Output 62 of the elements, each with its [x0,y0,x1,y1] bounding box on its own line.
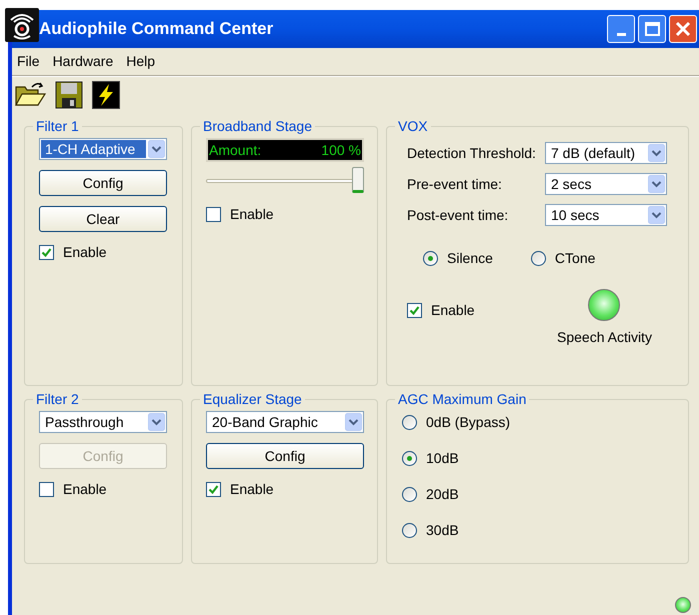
chevron-down-icon [345,413,362,431]
radio-button[interactable] [402,451,417,466]
app-logo-icon [5,8,39,42]
mode-label: CTone [554,249,596,268]
maximize-button[interactable] [638,15,666,43]
group-title: Filter 2 [35,391,80,407]
amount-value: 100 % [321,140,361,160]
amount-slider[interactable] [206,166,364,194]
checkbox[interactable] [39,245,54,260]
folder-icon[interactable] [14,80,46,108]
menu-item[interactable]: Help [126,51,156,72]
checkbox[interactable] [206,207,221,222]
radio-button[interactable] [402,487,417,502]
gain-label: 30dB [426,521,459,540]
window-title: Audiophile Command Center [39,18,274,40]
radio-button[interactable] [402,415,417,430]
enable-label: Enable [431,301,475,320]
enable-label: Enable [63,243,107,262]
menu-item[interactable]: Hardware [52,51,114,72]
chevron-down-icon [648,175,665,193]
slider-thumb[interactable] [352,167,364,193]
mode-label: Silence [447,249,493,268]
group-title: Filter 1 [35,118,80,134]
radio-button[interactable] [423,251,438,266]
chevron-down-icon [648,206,665,224]
checkbox[interactable] [206,482,221,497]
dropdown[interactable]: 1-CH Adaptive [39,138,167,160]
chevron-down-icon [648,144,665,162]
config-button[interactable]: Config [39,170,167,196]
dropdown[interactable]: Passthrough [39,411,167,433]
field-label: Detection Threshold: [407,144,537,162]
dropdown[interactable]: 10 secs [545,204,667,226]
lightning-icon[interactable] [92,80,120,108]
radio-button[interactable] [530,251,546,266]
enable-label: Enable [230,480,274,499]
field-label: Pre-event time: [407,174,503,194]
field-label: Post-event time: [407,206,510,224]
chevron-down-icon [148,413,165,431]
dropdown[interactable]: 20-Band Graphic [206,411,364,433]
group-title: Broadband Stage [202,118,313,134]
config-button[interactable]: Config [206,443,364,469]
menu-item[interactable]: File [17,51,40,72]
gain-label: 0dB (Bypass) [426,413,510,432]
group-title: AGC Maximum Gain [397,391,528,407]
dropdown[interactable]: 7 dB (default) [545,142,667,164]
enable-label: Enable [230,205,274,224]
group-title: Equalizer Stage [202,391,303,407]
checkbox[interactable] [407,303,422,318]
dropdown[interactable]: 2 secs [545,173,667,195]
radio-button[interactable] [402,523,417,538]
group-title: VOX [397,118,429,134]
gain-label: 20dB [426,485,459,504]
amount-label: Amount: [209,140,262,160]
enable-label: Enable [63,480,107,499]
close-icon [675,21,691,37]
checkbox[interactable] [39,482,54,497]
gain-label: 10dB [426,449,459,468]
config-button[interactable]: Clear [39,206,167,232]
indicator-label: Speech Activity [557,328,652,347]
chevron-down-icon [148,140,165,158]
close-button[interactable] [669,15,697,43]
minimize-button[interactable] [607,15,635,43]
